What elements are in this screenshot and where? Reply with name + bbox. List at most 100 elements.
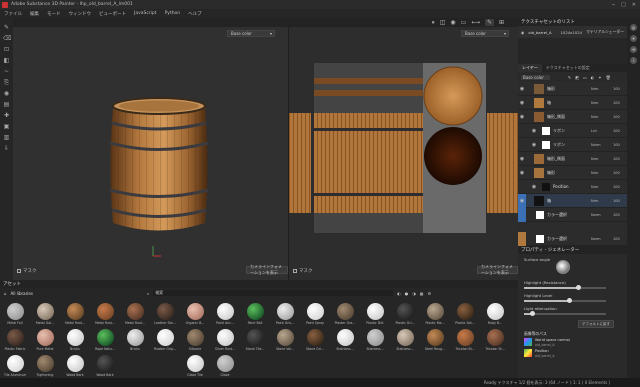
shader-icon[interactable]: ▥ <box>3 134 10 141</box>
channel-select-2d[interactable]: Base color ▾ <box>461 30 509 37</box>
material-swatch[interactable] <box>7 355 24 372</box>
layer-opacity[interactable]: 100 <box>613 171 627 175</box>
material-swatch[interactable] <box>67 303 84 320</box>
layer-opacity[interactable]: 100 <box>613 87 627 91</box>
material-swatch[interactable] <box>37 329 54 346</box>
menu-mode[interactable]: モード <box>47 11 61 17</box>
eye-icon[interactable]: ◉ <box>518 86 526 92</box>
breadcrumb[interactable]: All libraries <box>11 291 33 296</box>
log-icon[interactable]: i <box>630 57 637 64</box>
layer-row[interactable]: ◉ 箱形 Nrm 100 <box>518 166 627 180</box>
split-view-icon[interactable]: ◫ <box>440 19 446 26</box>
slider-knob[interactable] <box>567 298 572 303</box>
eye-icon[interactable]: ◉ <box>518 114 526 120</box>
channel-select-3d[interactable]: Base color ▾ <box>227 30 275 37</box>
material-swatch[interactable] <box>187 303 204 320</box>
minimize-icon[interactable]: ─ <box>612 2 615 8</box>
eye-icon[interactable]: ◉ <box>518 156 526 162</box>
layer-blend[interactable]: Nrm <box>591 185 613 189</box>
mask-toggle-2d[interactable]: マスク <box>293 268 313 274</box>
material-swatch[interactable] <box>187 329 204 346</box>
sample-icon[interactable]: ✚ <box>3 112 10 119</box>
viewport-3d[interactable]: マスク カメラインフォメーションを表示 Base color ▾ <box>13 18 288 280</box>
layer-row[interactable]: カラー選択 Norm 100 <box>518 231 627 246</box>
material-swatch[interactable] <box>307 303 324 320</box>
camera-info-button-3d[interactable]: カメラインフォメーションを表示 <box>246 264 288 275</box>
filter-icon[interactable]: ◐ <box>397 291 401 296</box>
eraser-icon[interactable]: ⌫ <box>3 35 11 42</box>
search-input[interactable]: 検索 <box>153 290 394 296</box>
material-swatch[interactable] <box>127 303 144 320</box>
light-attenuation-slider[interactable] <box>524 311 606 316</box>
material-swatch[interactable] <box>7 329 24 346</box>
slider-knob[interactable] <box>576 285 581 290</box>
symmetry-icon[interactable]: ⟷ <box>471 19 480 26</box>
layer-blend[interactable]: Lrd <box>591 129 613 133</box>
material-swatch[interactable] <box>247 329 264 346</box>
layer-row[interactable]: カラー選択 Norm 100 <box>518 207 627 222</box>
material-swatch[interactable] <box>367 303 384 320</box>
eye-icon[interactable] <box>518 231 526 246</box>
material-swatch[interactable] <box>37 355 54 372</box>
material-swatch[interactable] <box>217 355 234 372</box>
layer-opacity[interactable]: 100 <box>613 115 627 119</box>
material-swatch[interactable] <box>217 329 234 346</box>
surface-angle-dial[interactable] <box>556 260 570 274</box>
material-swatch[interactable] <box>67 329 84 346</box>
material-swatch[interactable] <box>367 329 384 346</box>
light-level-slider[interactable] <box>524 298 606 303</box>
eye-icon[interactable]: ◉ <box>518 170 526 176</box>
menu-viewport[interactable]: ビューポート <box>99 11 126 17</box>
material-swatch[interactable] <box>277 303 294 320</box>
tab-texture-set-settings[interactable]: テクスチャセットの設定 <box>542 64 594 72</box>
layer-blend[interactable]: Norm <box>591 213 613 217</box>
material-swatch[interactable] <box>397 303 414 320</box>
screenshot-icon[interactable]: ▭ <box>461 19 467 26</box>
layer-opacity[interactable]: 100 <box>613 157 627 161</box>
layer-opacity[interactable]: 100 <box>613 185 627 189</box>
material-swatch[interactable] <box>97 355 114 372</box>
grid-view-icon[interactable]: ▦ <box>420 291 424 296</box>
geometry-fill-icon[interactable]: ◧ <box>3 57 10 64</box>
viewport-2d[interactable]: マスク カメラインフォメーションを表示 Base color ▾ <box>289 18 518 280</box>
material-swatch[interactable] <box>337 303 354 320</box>
add-folder-icon[interactable]: ▭ <box>583 75 587 80</box>
material-swatch[interactable] <box>487 329 504 346</box>
light-resistance-slider[interactable] <box>524 285 606 290</box>
settings-icon[interactable]: ⚙ <box>427 291 431 296</box>
add-paint-layer-icon[interactable]: ✎ <box>568 75 571 80</box>
smudge-icon[interactable]: ~ <box>3 68 10 75</box>
slider-knob[interactable] <box>530 311 535 316</box>
maximize-icon[interactable]: □ <box>621 2 626 8</box>
texture-set-icon[interactable]: ◎ <box>630 24 637 31</box>
material-swatch[interactable] <box>67 355 84 372</box>
layer-opacity[interactable]: 100 <box>613 101 627 105</box>
eye-icon[interactable]: ◉ <box>530 184 538 190</box>
material-swatch[interactable] <box>337 329 354 346</box>
close-icon[interactable]: ✕ <box>632 2 636 8</box>
material-swatch[interactable] <box>247 303 264 320</box>
display-icon[interactable]: ▣ <box>3 123 10 130</box>
material-swatch[interactable] <box>97 329 114 346</box>
layer-opacity[interactable]: 100 <box>613 199 627 203</box>
material-swatch[interactable] <box>97 303 114 320</box>
eye-icon[interactable]: ◉ <box>521 30 524 35</box>
menu-edit[interactable]: 編集 <box>30 11 39 17</box>
material-swatch[interactable] <box>457 303 474 320</box>
bake-icon[interactable]: ▤ <box>3 101 10 108</box>
texture-set-shader[interactable]: マテリアルシェーダー <box>586 29 627 35</box>
add-mask-icon[interactable]: ◐ <box>591 75 595 80</box>
layer-blend[interactable]: Nrm <box>591 157 613 161</box>
pause-icon[interactable]: ⏸ <box>432 19 435 27</box>
add-fill-layer-icon[interactable]: ◩ <box>575 75 579 80</box>
tab-layers[interactable]: レイヤー <box>518 64 542 72</box>
layer-opacity[interactable]: 100 <box>613 213 627 217</box>
material-filter-icon[interactable]: ● <box>405 291 409 296</box>
delete-layer-icon[interactable]: 🗑 <box>606 75 611 80</box>
material-swatch[interactable] <box>307 329 324 346</box>
menu-window[interactable]: ウィンドウ <box>69 11 92 17</box>
eye-icon[interactable]: ◉ <box>530 142 538 148</box>
camera-icon[interactable]: ◉ <box>450 19 455 26</box>
material-swatch[interactable] <box>37 303 54 320</box>
menu-javascript[interactable]: JavaScript <box>134 11 157 16</box>
